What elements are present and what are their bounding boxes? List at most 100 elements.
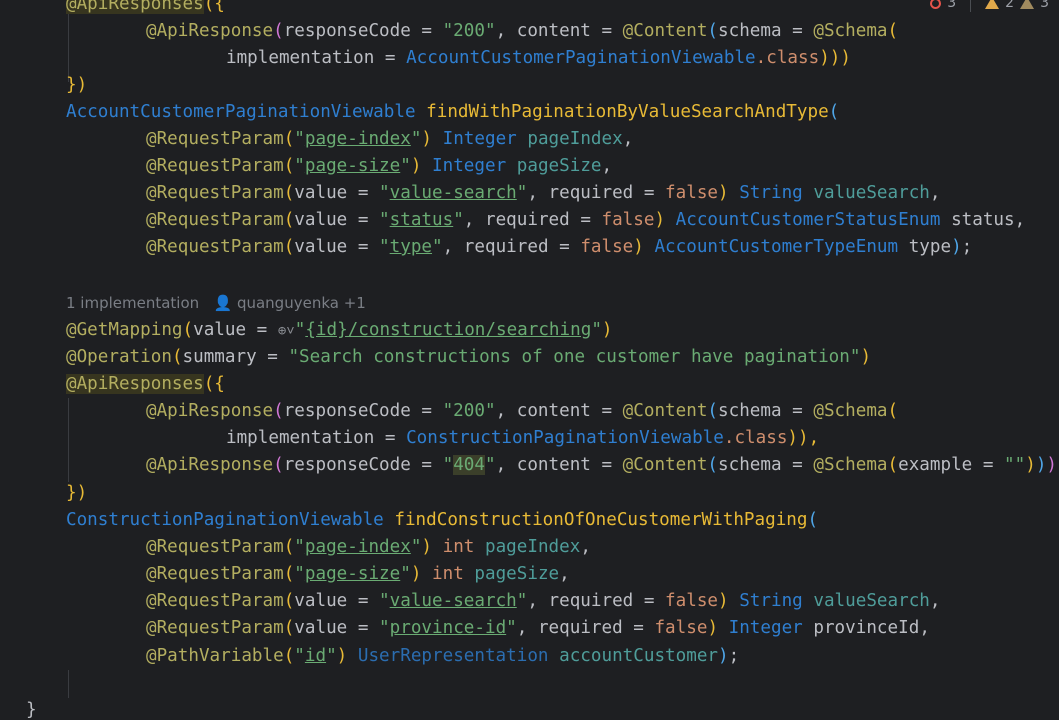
attr: responseCode = <box>283 455 443 475</box>
paren: ) <box>421 537 433 557</box>
code-line[interactable]: @ApiResponses({ <box>66 371 225 398</box>
string: "Search constructions of one customer ha… <box>288 347 861 367</box>
paren: }) <box>66 75 88 95</box>
string: " <box>379 618 390 638</box>
code-line[interactable]: @ApiResponse(responseCode = "404", conte… <box>146 452 1057 479</box>
paren: ( <box>283 210 295 230</box>
paren: ( <box>707 21 719 41</box>
code-line[interactable]: @RequestParam(value = "province-id", req… <box>146 615 930 642</box>
type-name: ConstructionPaginationViewable <box>406 428 724 448</box>
type-name: ConstructionPaginationViewable <box>66 510 384 530</box>
globe-icon[interactable]: ⊕˅ <box>278 323 295 339</box>
annotation: @RequestParam <box>146 237 284 257</box>
keyword: .class <box>755 48 820 68</box>
string: " <box>379 210 390 230</box>
code-line[interactable]: }) <box>66 72 87 99</box>
code-line[interactable]: @GetMapping(value = ⊕˅"{id}/construction… <box>66 317 613 344</box>
type-name: AccountCustomerPaginationViewable <box>66 102 416 122</box>
code-line[interactable]: implementation = ConstructionPaginationV… <box>226 425 819 452</box>
paren: ) <box>410 564 422 584</box>
error-icon <box>930 0 942 9</box>
code-line[interactable]: @PathVariable("id") UserRepresentation a… <box>146 643 739 670</box>
annotation: @Schema <box>813 455 888 475</box>
annotation: @RequestParam <box>146 564 284 584</box>
code-line[interactable]: AccountCustomerPaginationViewable findWi… <box>66 99 839 126</box>
string: page-size <box>304 564 401 584</box>
keyword: false <box>601 210 655 230</box>
annotation: @PathVariable <box>146 646 284 666</box>
paren: )), <box>787 428 820 448</box>
string: " <box>379 591 390 611</box>
param-name: provinceId <box>813 618 920 638</box>
code-line[interactable]: ConstructionPaginationViewable findConst… <box>66 507 818 534</box>
code-line[interactable]: @Operation(summary = "Search constructio… <box>66 344 871 371</box>
string: province-id <box>389 618 507 638</box>
paren: }) <box>66 483 88 503</box>
string: " <box>294 320 306 340</box>
annotation: @Schema <box>813 401 888 421</box>
attr: , required = <box>527 591 666 611</box>
string: " <box>432 237 443 257</box>
annotation: @RequestParam <box>146 537 284 557</box>
keyword: false <box>665 591 719 611</box>
annotation: @Schema <box>813 21 888 41</box>
code-editor[interactable]: 3 2 3 @ApiResponses({ @ApiResponse(respo… <box>0 0 1059 720</box>
semicolon: ; <box>961 237 973 257</box>
keyword: false <box>580 237 634 257</box>
string: id <box>304 646 327 666</box>
paren: ) <box>1035 455 1047 475</box>
code-line[interactable]: @ApiResponses({ <box>66 0 225 18</box>
code-line[interactable]: @RequestParam(value = "value-search", re… <box>146 180 940 207</box>
annotation: @RequestParam <box>146 591 284 611</box>
code-vision-hint[interactable]: 1 implementation 👤 quanguyenka +1 <box>66 290 366 317</box>
string: page-index <box>304 537 411 557</box>
param-name: type <box>908 237 952 257</box>
paren: ( <box>828 102 840 122</box>
paren: ( <box>283 537 295 557</box>
string: " <box>294 564 305 584</box>
code-line[interactable]: @RequestParam("page-index") Integer page… <box>146 126 633 153</box>
paren: ( <box>887 455 899 475</box>
paren: ( <box>283 237 295 257</box>
string: " <box>410 129 422 149</box>
annotation: @ApiResponses <box>66 374 204 394</box>
code-line[interactable]: @RequestParam(value = "type", required =… <box>146 234 972 261</box>
paren: ) <box>718 646 729 666</box>
comma: , <box>1014 210 1026 230</box>
code-line[interactable]: } <box>26 697 37 720</box>
code-line[interactable]: @RequestParam("page-size") int pageSize, <box>146 561 570 588</box>
attr: , content = <box>495 21 623 41</box>
comma: , <box>559 564 570 584</box>
string: " <box>294 646 305 666</box>
code-line[interactable]: @ApiResponse(responseCode = "200", conte… <box>146 398 898 425</box>
implementations-hint[interactable]: 1 implementation <box>66 294 199 312</box>
indent-guide <box>68 670 69 698</box>
inspection-widget[interactable]: 3 2 3 <box>930 0 1049 14</box>
paren: ( <box>283 591 295 611</box>
paren: ( <box>273 455 284 475</box>
comma: , <box>919 618 930 638</box>
paren: ) <box>1025 455 1036 475</box>
indent-guide <box>68 398 69 482</box>
paren: ) <box>421 129 433 149</box>
paren: ( <box>807 510 819 530</box>
attr: value = <box>294 210 380 230</box>
method-name: findWithPaginationByValueSearchAndType <box>426 102 829 122</box>
author-icon: 👤 <box>213 294 233 312</box>
keyword: .class <box>723 428 788 448</box>
paren: ( <box>182 320 194 340</box>
string: page-size <box>304 156 401 176</box>
code-line[interactable]: @RequestParam("page-size") Integer pageS… <box>146 153 612 180</box>
author-hint[interactable]: quanguyenka +1 <box>237 294 366 312</box>
code-line[interactable]: implementation = AccountCustomerPaginati… <box>226 45 851 72</box>
url-string[interactable]: {id}/construction/searching <box>305 320 591 340</box>
string: " <box>379 237 390 257</box>
code-line[interactable]: @RequestParam(value = "status", required… <box>146 207 1025 234</box>
code-line[interactable]: @ApiResponse(responseCode = "200", conte… <box>146 18 898 45</box>
brace: } <box>26 700 37 720</box>
code-line[interactable]: @RequestParam("page-index") int pageInde… <box>146 534 591 561</box>
attr: value = <box>294 183 380 203</box>
param-name: pageSize <box>516 156 602 176</box>
code-line[interactable]: }) <box>66 480 87 507</box>
code-line[interactable]: @RequestParam(value = "value-search", re… <box>146 588 940 615</box>
